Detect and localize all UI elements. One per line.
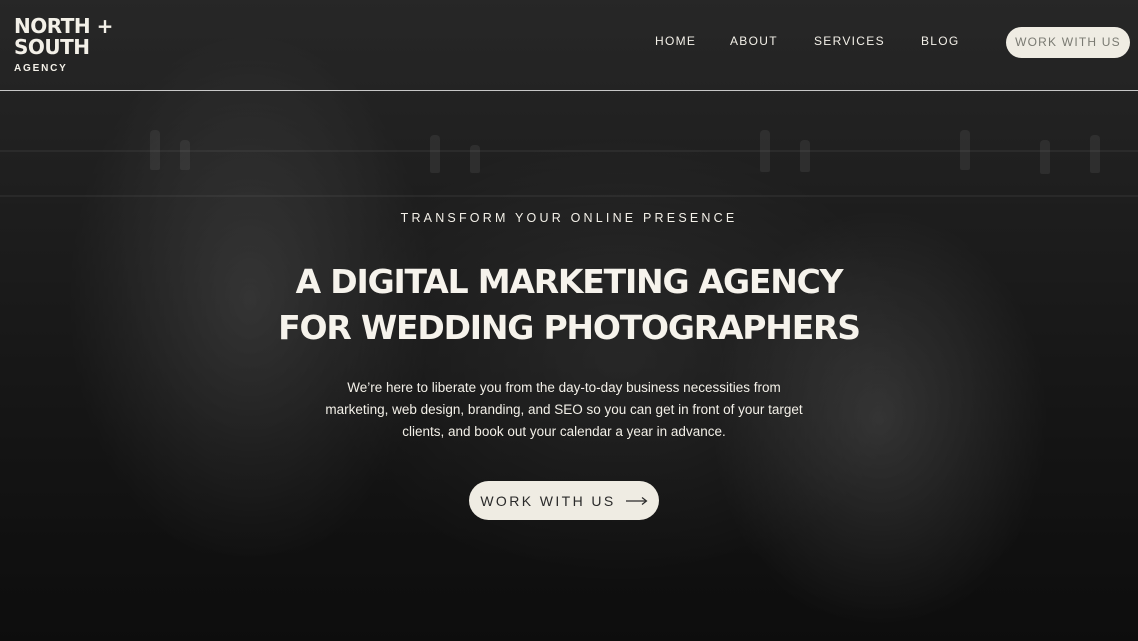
logo-subtitle: AGENCY — [14, 63, 68, 74]
cta-label: WORK WITH US — [480, 492, 616, 509]
hero-work-with-us-button[interactable]: WORK WITH US — [469, 481, 659, 520]
nav-home[interactable]: HOME — [655, 34, 696, 48]
hero-description: We’re here to liberate you from the day-… — [325, 380, 803, 439]
site-header: NORTH + SOUTH AGENCY HOME ABOUT SERVICES… — [0, 0, 1138, 91]
arrow-right-icon — [625, 496, 648, 505]
hero-headline: A DIGITAL MARKETING AGENCY FOR WEDDING P… — [0, 259, 1138, 351]
hero-kicker: TRANSFORM YOUR ONLINE PRESENCE — [400, 211, 738, 225]
nav-about[interactable]: ABOUT — [730, 34, 778, 48]
logo-line-1: NORTH + — [14, 14, 113, 38]
brand-logo[interactable]: NORTH + SOUTH AGENCY — [14, 14, 113, 75]
headline-line-1: A DIGITAL MARKETING AGENCY — [295, 262, 844, 301]
nav-services[interactable]: SERVICES — [814, 34, 885, 48]
logo-line-2: SOUTH — [14, 35, 90, 59]
headline-line-2: FOR WEDDING PHOTOGRAPHERS — [278, 308, 861, 347]
nav-blog[interactable]: BLOG — [921, 34, 960, 48]
nav-work-with-us-button[interactable]: WORK WITH US — [1006, 27, 1130, 58]
